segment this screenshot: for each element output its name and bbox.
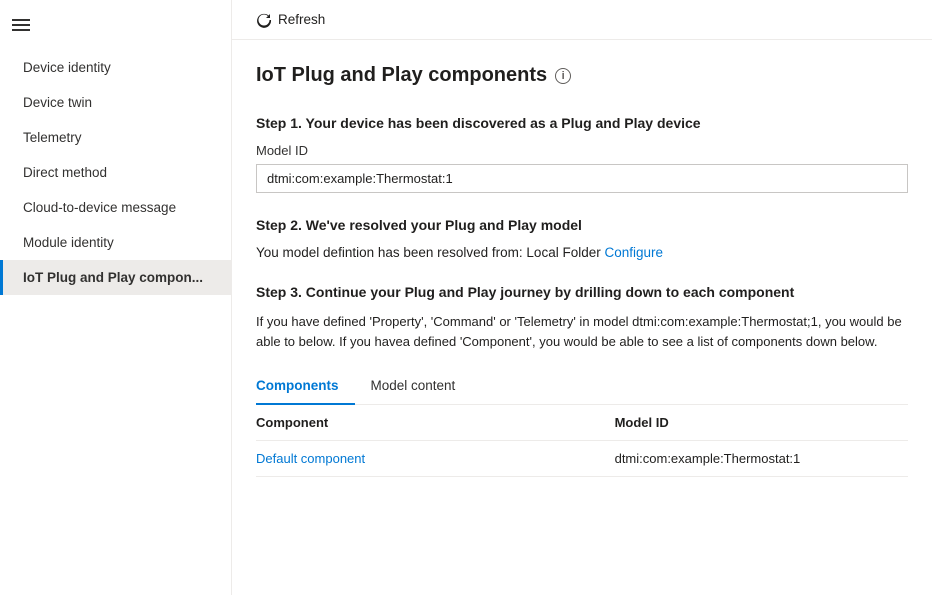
table-header-component: Component <box>256 405 615 441</box>
sidebar-item-telemetry[interactable]: Telemetry <box>0 120 231 155</box>
tabs-container: Components Model content <box>256 369 908 405</box>
toolbar: Refresh <box>232 0 932 40</box>
step2-section: Step 2. We've resolved your Plug and Pla… <box>256 217 908 260</box>
table-row: Default component dtmi:com:example:Thermo… <box>256 441 908 477</box>
table-header-modelid: Model ID <box>615 405 908 441</box>
component-link[interactable]: Default component <box>256 451 365 466</box>
model-id-value: dtmi:com:example:Thermostat:1 <box>256 164 908 193</box>
step3-title: Step 3. Continue your Plug and Play jour… <box>256 284 908 300</box>
step3-section: Step 3. Continue your Plug and Play jour… <box>256 284 908 477</box>
menu-icon <box>12 19 219 31</box>
main-panel: Refresh IoT Plug and Play components i S… <box>232 0 932 595</box>
tab-components[interactable]: Components <box>256 370 355 405</box>
sidebar: Device identityDevice twinTelemetryDirec… <box>0 0 232 595</box>
sidebar-item-device-twin[interactable]: Device twin <box>0 85 231 120</box>
sidebar-item-module-identity[interactable]: Module identity <box>0 225 231 260</box>
nav-list: Device identityDevice twinTelemetryDirec… <box>0 50 231 295</box>
step1-title: Step 1. Your device has been discovered … <box>256 115 908 131</box>
step3-description: If you have defined 'Property', 'Command… <box>256 312 908 351</box>
component-cell: Default component <box>256 441 615 477</box>
step2-title: Step 2. We've resolved your Plug and Pla… <box>256 217 908 233</box>
page-title: IoT Plug and Play components i <box>256 64 908 87</box>
table-body: Default component dtmi:com:example:Thermo… <box>256 441 908 477</box>
refresh-button[interactable]: Refresh <box>248 8 333 32</box>
refresh-label: Refresh <box>278 12 325 27</box>
components-table: Component Model ID Default component dtmi… <box>256 405 908 477</box>
model-id-cell: dtmi:com:example:Thermostat:1 <box>615 441 908 477</box>
info-icon[interactable]: i <box>555 68 571 84</box>
step2-description: You model defintion has been resolved fr… <box>256 245 908 260</box>
content-area: IoT Plug and Play components i Step 1. Y… <box>232 40 932 595</box>
tab-model-content[interactable]: Model content <box>371 370 472 405</box>
configure-link[interactable]: Configure <box>604 245 663 260</box>
refresh-icon <box>256 12 272 28</box>
step1-section: Step 1. Your device has been discovered … <box>256 115 908 193</box>
hamburger-button[interactable] <box>0 8 231 50</box>
sidebar-item-cloud-to-device-message[interactable]: Cloud-to-device message <box>0 190 231 225</box>
sidebar-item-direct-method[interactable]: Direct method <box>0 155 231 190</box>
sidebar-item-iot-plug-and-play-compon---[interactable]: IoT Plug and Play compon... <box>0 260 231 295</box>
sidebar-item-device-identity[interactable]: Device identity <box>0 50 231 85</box>
model-id-label: Model ID <box>256 143 908 158</box>
